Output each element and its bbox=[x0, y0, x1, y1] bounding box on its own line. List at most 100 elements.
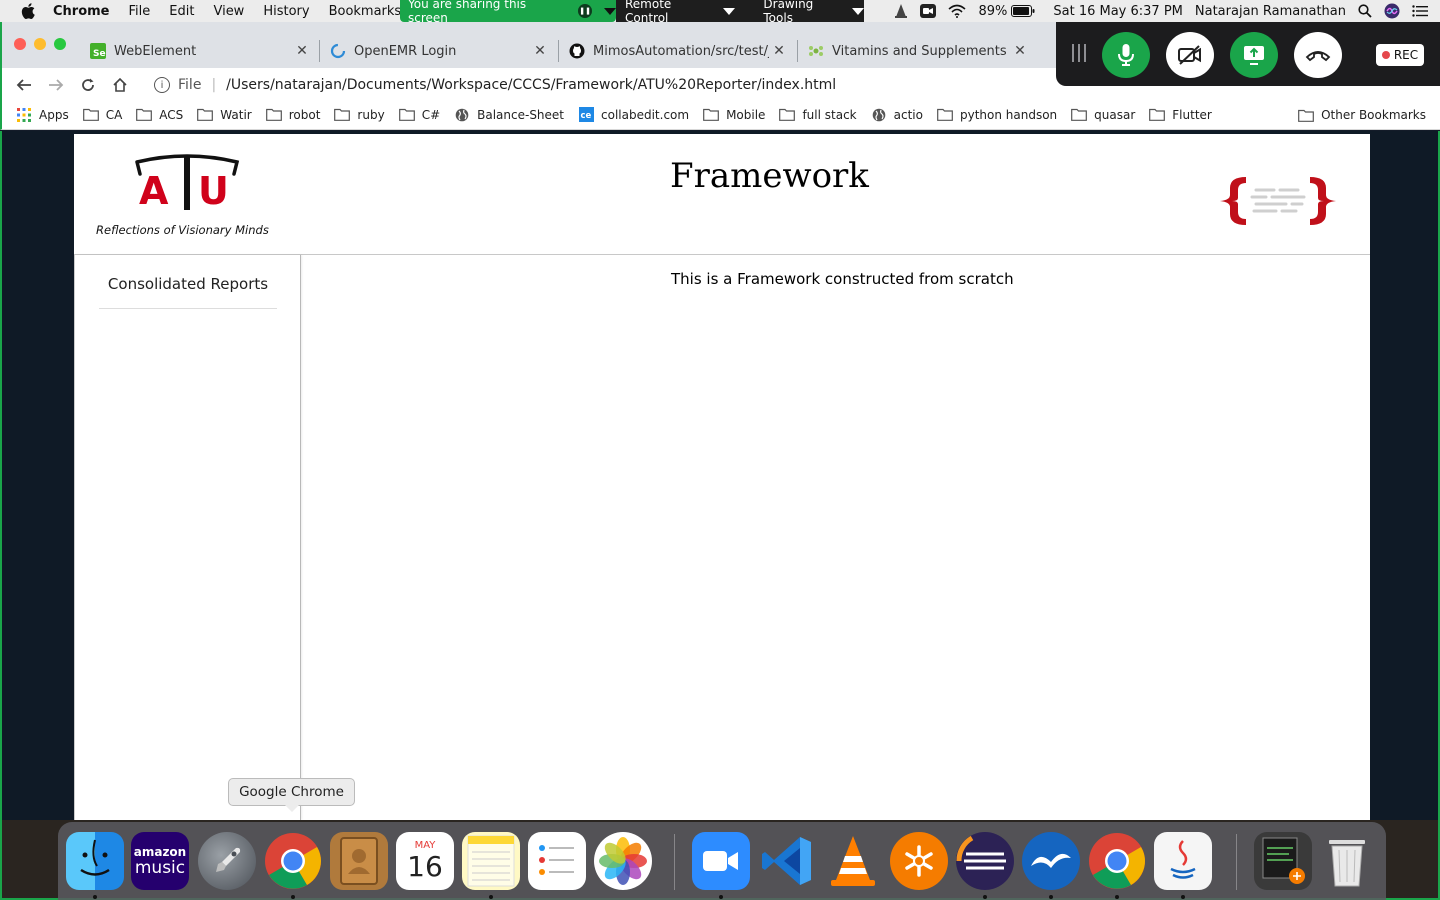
tab-title: MimosAutomation/src/test/java bbox=[593, 43, 769, 59]
notes-icon[interactable] bbox=[462, 832, 520, 890]
menu-file[interactable]: File bbox=[129, 4, 151, 19]
battery-icon[interactable] bbox=[1011, 5, 1035, 17]
spotlight-search-icon[interactable] bbox=[1358, 4, 1372, 18]
end-call-button[interactable] bbox=[1294, 32, 1342, 78]
activity-monitor-icon[interactable] bbox=[1254, 832, 1312, 890]
chevron-down-icon[interactable] bbox=[604, 7, 616, 15]
tagline: Reflections of Visionary Minds bbox=[96, 223, 269, 237]
google-chrome-icon[interactable] bbox=[264, 832, 322, 890]
home-icon[interactable] bbox=[108, 73, 132, 97]
menu-view[interactable]: View bbox=[213, 4, 244, 19]
eclipse-icon[interactable] bbox=[956, 832, 1014, 890]
folder-icon bbox=[703, 108, 719, 122]
bookmark-folder-ruby[interactable]: ruby bbox=[334, 108, 385, 122]
close-tab-icon[interactable]: ✕ bbox=[294, 43, 310, 59]
screen-share-banner[interactable]: You are sharing this screen ❚❚ bbox=[400, 0, 616, 25]
bookmark-folder-python-handson[interactable]: python handson bbox=[937, 108, 1057, 122]
asterisk-app-icon[interactable] bbox=[890, 832, 948, 890]
finder-icon[interactable] bbox=[66, 832, 124, 890]
close-window-icon[interactable] bbox=[14, 38, 26, 50]
bookmark-other-bookmarks[interactable]: Other Bookmarks bbox=[1298, 100, 1426, 130]
bookmark-folder-full-stack[interactable]: full stack bbox=[779, 108, 857, 122]
forward-arrow-icon[interactable] bbox=[44, 73, 68, 97]
bookmark-folder-acs[interactable]: ACS bbox=[136, 108, 183, 122]
user-name[interactable]: Natarajan Ramanathan bbox=[1195, 4, 1346, 19]
trash-icon[interactable] bbox=[1318, 832, 1376, 890]
url-text[interactable]: /Users/natarajan/Documents/Workspace/CCC… bbox=[226, 77, 836, 93]
code-braces-logo-icon bbox=[1216, 174, 1340, 228]
menu-app-name[interactable]: Chrome bbox=[53, 4, 110, 19]
java-icon[interactable] bbox=[1154, 832, 1212, 890]
reload-icon[interactable] bbox=[76, 73, 100, 97]
bookmark-folder-robot[interactable]: robot bbox=[265, 107, 321, 122]
zoom-app-icon[interactable] bbox=[692, 832, 750, 890]
vlc-status-icon[interactable] bbox=[894, 3, 908, 19]
bookmark-folder-quasar[interactable]: quasar bbox=[1071, 108, 1135, 122]
close-tab-icon[interactable]: ✕ bbox=[1012, 43, 1028, 59]
share-screen-button[interactable] bbox=[1230, 32, 1278, 78]
bookmark-folder-watir[interactable]: Watir bbox=[197, 108, 252, 122]
globe-icon bbox=[454, 108, 470, 122]
bookmark-apps[interactable]: Apps bbox=[16, 107, 69, 122]
zoom-status-icon[interactable] bbox=[920, 4, 937, 18]
address-bar[interactable]: i File | /Users/natarajan/Documents/Work… bbox=[144, 71, 1102, 99]
bookmark-label: ACS bbox=[159, 107, 184, 122]
bookmark-folder-ca[interactable]: CA bbox=[82, 108, 122, 122]
tab-openemr-login[interactable]: OpenEMR Login ✕ bbox=[330, 34, 550, 68]
calendar-icon[interactable]: MAY 16 bbox=[396, 832, 454, 890]
bookmark-label: robot bbox=[288, 107, 321, 122]
reminders-icon[interactable] bbox=[528, 832, 586, 890]
url-divider: | bbox=[211, 77, 217, 93]
menu-history[interactable]: History bbox=[263, 4, 309, 19]
back-arrow-icon[interactable] bbox=[12, 73, 36, 97]
folder-icon bbox=[197, 108, 214, 122]
tab-divider bbox=[558, 40, 559, 62]
drag-handle-icon[interactable] bbox=[1072, 44, 1086, 66]
fullscreen-window-icon[interactable] bbox=[54, 38, 66, 50]
minimize-window-icon[interactable] bbox=[34, 38, 46, 50]
tab-webelement[interactable]: Se WebElement ✕ bbox=[90, 34, 312, 68]
google-chrome-secondary-icon[interactable] bbox=[1088, 832, 1146, 890]
svg-text:A: A bbox=[139, 169, 169, 213]
bookmark-balance-sheet[interactable]: Balance-Sheet bbox=[454, 108, 564, 122]
bookmark-label: Balance-Sheet bbox=[477, 107, 565, 122]
stop-video-button[interactable] bbox=[1166, 32, 1214, 78]
mute-microphone-button[interactable] bbox=[1102, 32, 1150, 78]
recording-indicator[interactable]: REC bbox=[1376, 44, 1424, 66]
siri-icon[interactable] bbox=[1384, 3, 1400, 19]
bookmark-folder-csharp[interactable]: C# bbox=[398, 108, 440, 122]
close-tab-icon[interactable]: ✕ bbox=[771, 43, 787, 59]
notification-center-icon[interactable] bbox=[1412, 5, 1428, 17]
rec-label: REC bbox=[1393, 48, 1419, 62]
bookmark-label: Apps bbox=[39, 107, 69, 122]
apple-menu-icon[interactable] bbox=[17, 0, 39, 22]
site-info-icon[interactable]: i bbox=[154, 77, 170, 93]
close-tab-icon[interactable]: ✕ bbox=[532, 43, 548, 59]
bookmark-collabedit[interactable]: ce collabedit.com bbox=[578, 107, 689, 122]
vitamins-icon bbox=[808, 43, 824, 59]
photos-icon[interactable] bbox=[594, 832, 652, 890]
launchpad-icon[interactable] bbox=[198, 832, 256, 890]
tab-title: OpenEMR Login bbox=[354, 43, 457, 59]
tab-vitamins[interactable]: Vitamins and Supplements, Na ✕ bbox=[808, 34, 1030, 68]
vscode-icon[interactable] bbox=[758, 832, 816, 890]
menu-edit[interactable]: Edit bbox=[169, 4, 194, 19]
tab-mimos-automation[interactable]: MimosAutomation/src/test/java ✕ bbox=[569, 34, 789, 68]
consolidated-reports-link[interactable]: Consolidated Reports bbox=[99, 275, 277, 309]
menu-bookmarks[interactable]: Bookmarks bbox=[329, 4, 402, 19]
wifi-icon[interactable] bbox=[948, 4, 966, 18]
contacts-icon[interactable] bbox=[330, 832, 388, 890]
amazon-music-icon[interactable]: amazon music bbox=[131, 832, 189, 890]
running-indicator bbox=[983, 895, 987, 899]
url-scheme-label: File bbox=[178, 77, 202, 93]
folder-icon bbox=[136, 108, 153, 122]
vlc-icon[interactable] bbox=[824, 832, 882, 890]
bookmark-actio[interactable]: actio bbox=[871, 108, 923, 122]
clock[interactable]: Sat 16 May 6:37 PM bbox=[1053, 4, 1183, 19]
desktop-strip: amazon music MAY 16 bbox=[0, 820, 1440, 900]
bookmark-folder-flutter[interactable]: Flutter bbox=[1149, 108, 1212, 122]
pause-share-icon[interactable]: ❚❚ bbox=[578, 4, 592, 18]
openoffice-icon[interactable] bbox=[1022, 832, 1080, 890]
video-off-icon bbox=[1178, 45, 1201, 65]
bookmark-folder-mobile[interactable]: Mobile bbox=[703, 108, 765, 122]
